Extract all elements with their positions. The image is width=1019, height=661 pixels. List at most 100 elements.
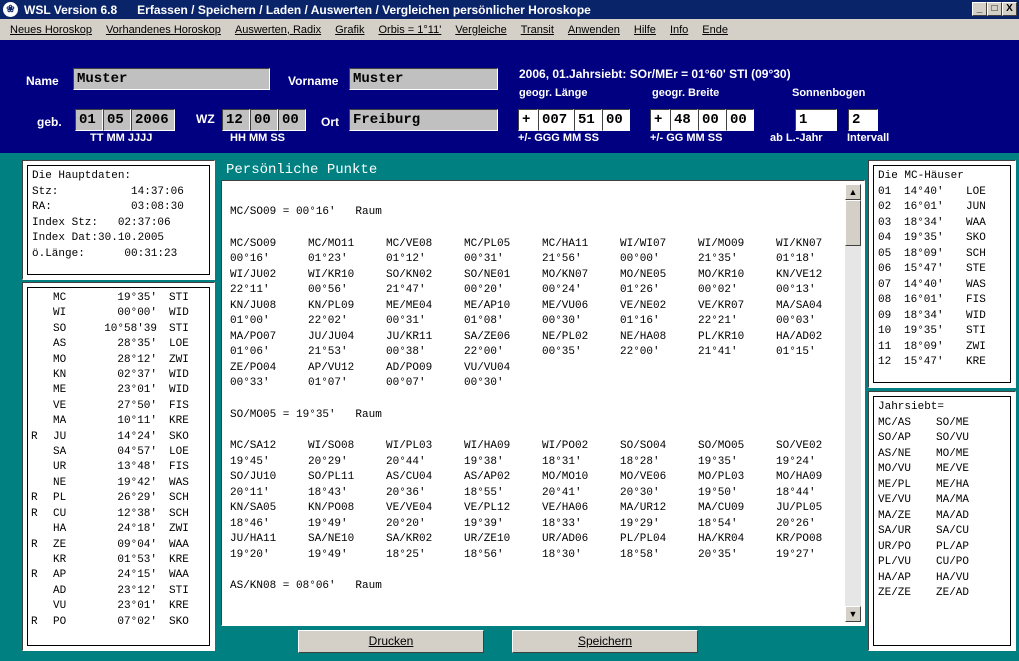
lon-sign-field[interactable]: + — [518, 109, 538, 131]
planet-name: ME — [53, 384, 67, 397]
lat-deg-field[interactable]: 48 — [670, 109, 698, 131]
menu-ende[interactable]: Ende — [702, 24, 728, 36]
points-cell: 19°38' — [464, 455, 504, 468]
jahrsiebt-row: ME/PL ME/HA — [878, 478, 1010, 494]
points-cell: 00°20' — [464, 284, 504, 296]
points-cell: SA/NE10 — [308, 533, 355, 545]
points-cell: JU/KR11 — [386, 330, 433, 343]
menu-neues-horoskop[interactable]: Neues Horoskop — [10, 24, 92, 36]
planet-row: R PO 07°02' SKO — [31, 615, 209, 630]
menu-transit[interactable]: Transit — [521, 24, 554, 36]
points-cell: 01°26' — [620, 284, 660, 296]
planet-degree: 19°42' — [117, 476, 157, 489]
points-cell: 20°44' — [386, 455, 426, 468]
points-cell: 20°29' — [308, 455, 348, 468]
menu-auswerten-radix[interactable]: Auswerten, Radix — [235, 24, 321, 36]
points-cell: WI/KR10 — [308, 268, 355, 281]
jahrsiebt-list: Jahrsiebt= MC/AS SO/ME SO/AP SO/VU AS/NE MO/ME… — [874, 397, 1010, 602]
lat-min-field[interactable]: 00 — [698, 109, 726, 131]
ort-field[interactable]: Freiburg — [349, 109, 498, 131]
lon-deg-field[interactable]: 007 — [538, 109, 574, 131]
menu-info[interactable]: Info — [670, 24, 688, 36]
wz-hour-field[interactable]: 12 — [222, 109, 250, 131]
points-cell: 19°27' — [776, 548, 816, 561]
house-sign: WAS — [966, 278, 986, 291]
points-grid-row: 19°45' 20°29' 20°44' 19°38' 18°31' 18°28' 19°3… — [230, 455, 840, 471]
breite-label: geogr. Breite — [652, 87, 720, 99]
planet-sign: SKO — [169, 430, 189, 443]
points-heading: SO/MO05 = 19°35' Raum — [230, 408, 382, 421]
points-grid-row: 00°16' 01°23' 01°12' 00°31' 21°56' 00°00' 21°3… — [230, 252, 840, 268]
vorname-field[interactable]: Muster — [349, 68, 498, 90]
date-hint: TT MM JJJJ — [90, 132, 153, 144]
menu-vergleiche[interactable]: Vergleiche — [455, 24, 506, 36]
points-cell: SO/NE01 — [464, 268, 511, 281]
jahrsiebt-pair: ME/HA — [936, 478, 970, 491]
house-row: 08 16°01' FIS — [878, 293, 1010, 309]
planet-row: UR 13°48' FIS — [31, 460, 209, 475]
points-cell — [698, 361, 776, 377]
intervall-field[interactable]: 2 — [848, 109, 878, 131]
laenge-label: geogr. Länge — [519, 87, 588, 99]
menu-vorhandenes-horoskop[interactable]: Vorhandenes Horoskop — [106, 24, 221, 36]
lon-sec-field[interactable]: 00 — [602, 109, 630, 131]
points-cell: 20°35' — [698, 548, 738, 561]
wz-second-field[interactable]: 00 — [278, 109, 306, 131]
wz-minute-field[interactable]: 00 — [250, 109, 278, 131]
menu-anwenden[interactable]: Anwenden — [568, 24, 620, 36]
birth-year-field[interactable]: 2006 — [131, 109, 175, 131]
lat-sec-field[interactable]: 00 — [726, 109, 754, 131]
planet-row: SA 04°57' LOE — [31, 445, 209, 460]
points-cell: 21°41' — [698, 346, 738, 358]
menu-grafik[interactable]: Grafik — [335, 24, 364, 36]
birth-day-field[interactable]: 01 — [75, 109, 103, 131]
house-number: 04 — [878, 232, 892, 244]
planet-retro: R — [31, 430, 38, 443]
menu-hilfe[interactable]: Hilfe — [634, 24, 656, 36]
drucken-button[interactable]: Drucken — [298, 630, 484, 653]
name-field[interactable]: Muster — [73, 68, 270, 90]
points-cell: 00°07' — [386, 377, 426, 389]
speichern-button[interactable]: Speichern — [512, 630, 698, 653]
birth-month-field[interactable]: 05 — [103, 109, 131, 131]
house-degree: 19°35' — [904, 232, 944, 244]
planet-name: AS — [53, 338, 67, 351]
points-cell: 00°33' — [230, 377, 270, 389]
speichern-label: Speichern — [577, 634, 633, 648]
lon-hint: +/- GGG MM SS — [518, 132, 599, 144]
jahrsiebt-row: UR/PO PL/AP — [878, 540, 1010, 556]
drucken-label: Drucken — [368, 634, 414, 648]
scroll-thumb[interactable] — [845, 200, 861, 246]
planet-degree: 26°29' — [117, 492, 157, 505]
planet-name: PL — [53, 492, 67, 505]
points-cell: WI/WI07 — [620, 237, 667, 250]
name-label: Name — [26, 74, 59, 88]
planet-name: SO — [53, 322, 67, 335]
planet-name: VU — [53, 600, 67, 613]
planet-retro: R — [31, 492, 38, 505]
planet-name: MC — [53, 292, 67, 304]
points-cell: 18°25' — [386, 548, 426, 561]
planet-row: R JU 14°24' SKO — [31, 430, 209, 445]
maximize-button[interactable]: □ — [987, 2, 1002, 16]
house-number: 01 — [878, 185, 892, 198]
jahrsiebt-row: SA/UR SA/CU — [878, 524, 1010, 540]
lat-sign-field[interactable]: + — [650, 109, 670, 131]
planet-degree: 28°35' — [117, 338, 157, 351]
points-cell: MA/SA04 — [776, 299, 823, 312]
points-grid-row: 01°00' 22°02' 00°31' 01°08' 00°30' 01°16' 22°2… — [230, 314, 840, 330]
lon-min-field[interactable]: 51 — [574, 109, 602, 131]
points-grid-row: 22°11' 00°56' 21°47' 00°20' 00°24' 01°26' 00°0… — [230, 283, 840, 299]
menu-orbis[interactable]: Orbis = 1°11' — [378, 24, 441, 36]
scroll-down-icon[interactable]: ▼ — [845, 606, 861, 622]
points-scrollbar[interactable]: ▲ ▼ — [845, 184, 861, 622]
scroll-up-icon[interactable]: ▲ — [845, 184, 861, 200]
close-button[interactable]: X — [1002, 2, 1017, 16]
jahrsiebt-pair: SA/UR — [878, 525, 912, 537]
house-number: 10 — [878, 325, 892, 337]
jahrsiebt-pair: SA/CU — [936, 525, 970, 537]
ab-jahr-field[interactable]: 1 — [795, 109, 837, 131]
houses-frame: Die MC-Häuser 01 14°40' LOE 02 16°01' JUN 03 18°… — [873, 165, 1011, 383]
minimize-button[interactable]: _ — [972, 2, 987, 16]
